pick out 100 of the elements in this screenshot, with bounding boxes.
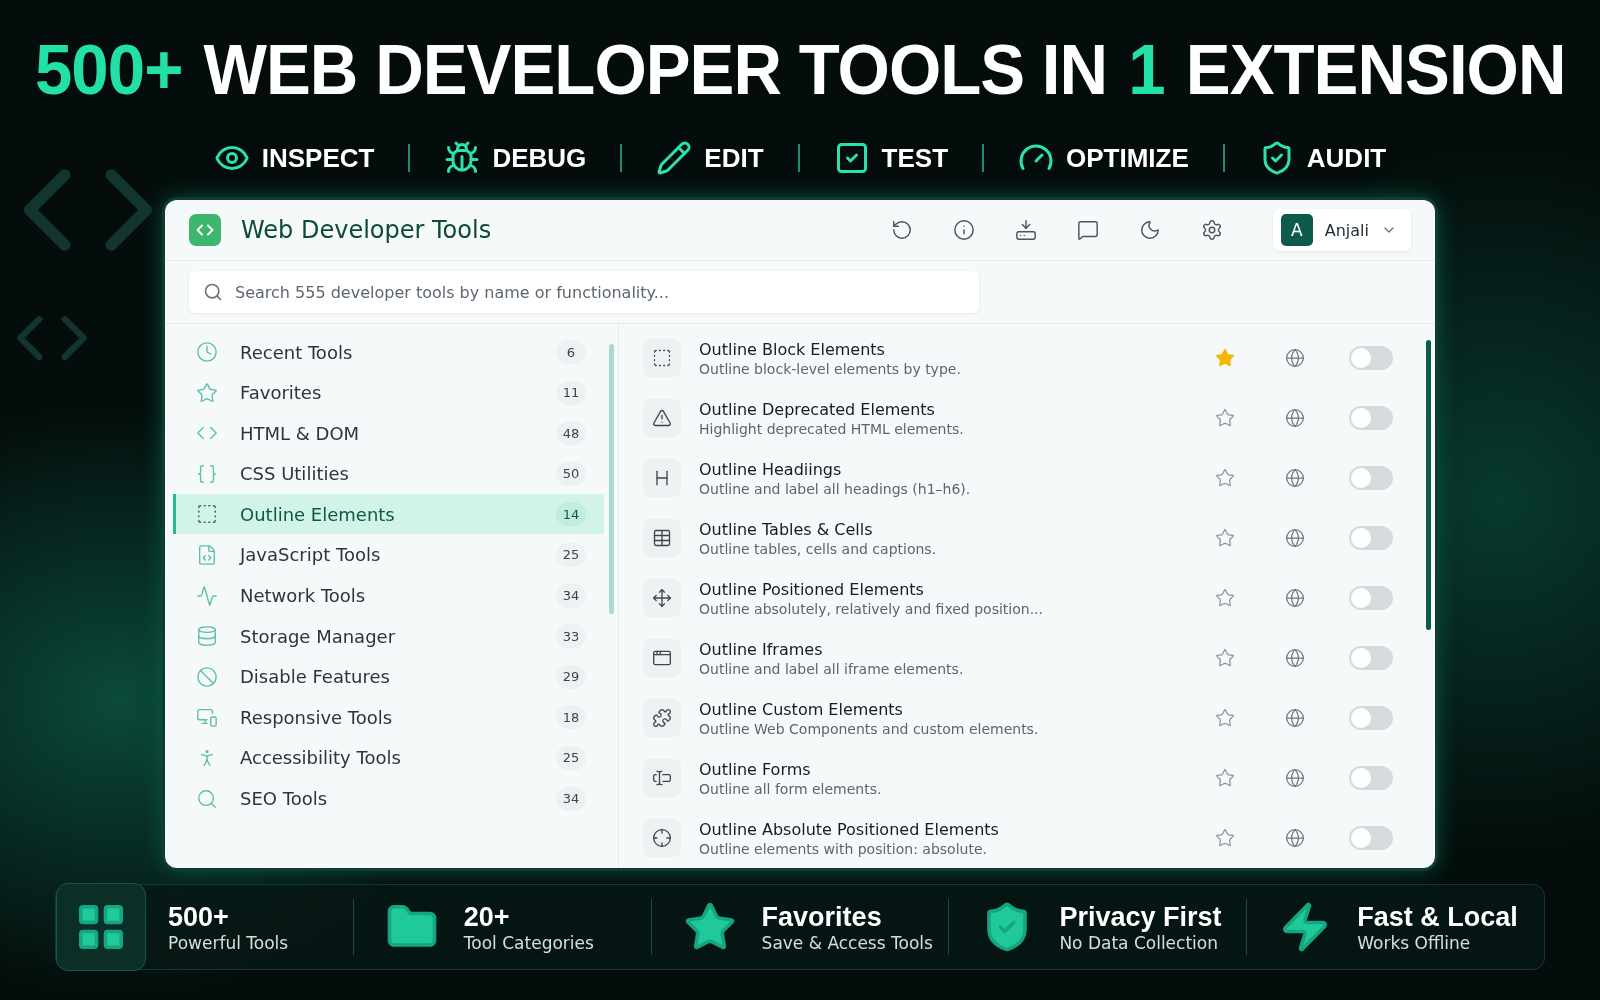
- tool-name: Outline Absolute Positioned Elements: [699, 819, 1000, 839]
- star-icon: [1215, 827, 1235, 849]
- globe-icon: [1285, 648, 1305, 668]
- chat-icon: [1076, 219, 1099, 241]
- star-icon: [1215, 527, 1235, 549]
- refresh-icon: [890, 219, 913, 241]
- category-label: Network Tools: [240, 585, 367, 607]
- app-title: Web Developer Tools: [241, 216, 493, 244]
- highlight-title: Favorites: [761, 901, 883, 933]
- count-badge: 25: [556, 745, 586, 770]
- tool-description: Outline Web Components and custom elements.: [699, 720, 1040, 737]
- tool-name: Outline Custom Elements: [699, 699, 904, 719]
- count-badge: 6: [556, 340, 586, 364]
- toggle-switch[interactable]: [1349, 706, 1393, 730]
- count-badge: 33: [556, 624, 586, 649]
- database-icon: [196, 625, 218, 648]
- search-icon: [203, 282, 223, 302]
- avatar: A: [1280, 214, 1313, 246]
- moon-icon: [1138, 219, 1161, 241]
- tool-description: Outline and label all headings (h1–h6).: [699, 480, 972, 497]
- feature-label: EDIT: [704, 142, 764, 174]
- star-icon: [1215, 767, 1235, 789]
- dashed-square-icon: [643, 339, 681, 377]
- star-icon: [1215, 707, 1235, 729]
- highlight-subtitle: Save & Access Tools: [761, 932, 933, 953]
- heading-icon: [643, 459, 681, 497]
- category-label: Accessibility Tools: [240, 747, 402, 769]
- star-icon: [1215, 407, 1235, 429]
- sidebar-item[interactable]: SEO Tools 34: [173, 778, 604, 819]
- toggle-switch[interactable]: [1349, 526, 1393, 550]
- globe-icon: [1285, 708, 1305, 728]
- star-icon: [1215, 647, 1235, 669]
- tool-description: Outline block-level elements by type.: [699, 360, 962, 377]
- headline-text: EXTENSION: [1185, 30, 1566, 110]
- download-icon: [1014, 219, 1037, 241]
- search-icon: [196, 787, 218, 810]
- count-badge: 25: [556, 542, 586, 567]
- table-icon: [643, 519, 681, 557]
- globe-icon: [1285, 588, 1305, 608]
- highlight-subtitle: No Data Collection: [1059, 932, 1219, 953]
- toggle-switch[interactable]: [1349, 826, 1393, 850]
- highlight-subtitle: Tool Categories: [463, 932, 594, 953]
- highlight-subtitle: Powerful Tools: [168, 932, 289, 953]
- scrollbar-thumb[interactable]: [608, 344, 614, 614]
- highlight-title: 20+: [463, 901, 511, 933]
- category-label: HTML & DOM: [240, 422, 361, 444]
- sidebar-item[interactable]: Favorites 11: [173, 372, 604, 413]
- category-label: SEO Tools: [240, 788, 329, 810]
- bug-icon: [444, 140, 481, 176]
- highlight-title: 500+: [168, 901, 230, 933]
- sidebar-item[interactable]: HTML & DOM 48: [173, 413, 604, 454]
- category-label: JavaScript Tools: [240, 544, 382, 566]
- search-field[interactable]: Search 555 developer tools by name or functionality...: [189, 271, 979, 313]
- toggle-switch[interactable]: [1349, 646, 1393, 670]
- tool-name: Outline Forms: [699, 759, 812, 779]
- user-menu-button[interactable]: A Anjali: [1272, 209, 1411, 251]
- tool-description: Outline and label all iframe elements.: [699, 660, 965, 677]
- highlight-title: Fast & Local: [1357, 901, 1518, 933]
- headline-text: WEB DEVELOPER TOOLS IN: [203, 30, 1107, 110]
- info-icon: [952, 219, 975, 241]
- count-badge: 48: [556, 421, 586, 446]
- sidebar-item[interactable]: Accessibility Tools 25: [173, 737, 604, 778]
- star-icon: [1215, 347, 1235, 369]
- sidebar-item[interactable]: Network Tools 34: [173, 575, 604, 616]
- highlight-title: Privacy First: [1059, 901, 1222, 933]
- sidebar-item[interactable]: Outline Elements 14: [173, 494, 604, 535]
- sidebar-item[interactable]: Responsive Tools 18: [173, 697, 604, 738]
- sidebar-item[interactable]: CSS Utilities 50: [173, 453, 604, 494]
- text-cursor-icon: [643, 759, 681, 797]
- globe-icon: [1285, 348, 1305, 368]
- scrollbar-thumb[interactable]: [1425, 340, 1431, 630]
- count-badge: 18: [556, 705, 586, 730]
- toggle-switch[interactable]: [1349, 766, 1393, 790]
- globe-icon: [1285, 408, 1305, 428]
- pencil-icon: [656, 140, 693, 176]
- sidebar-item[interactable]: JavaScript Tools 25: [173, 534, 604, 575]
- count-badge: 50: [556, 461, 586, 486]
- highlight-subtitle: Works Offline: [1357, 932, 1472, 953]
- devices-icon: [196, 706, 218, 729]
- toggle-switch[interactable]: [1349, 406, 1393, 430]
- category-label: Recent Tools: [240, 341, 354, 363]
- tool-name: Outline Iframes: [699, 639, 824, 659]
- tool-description: Outline absolutely, relatively and fixed position...: [699, 600, 1044, 617]
- sidebar-item[interactable]: Recent Tools 6: [173, 332, 604, 372]
- sidebar-item[interactable]: Storage Manager 33: [173, 616, 604, 657]
- toggle-switch[interactable]: [1349, 466, 1393, 490]
- tool-name: Outline Block Elements: [699, 339, 886, 359]
- sidebar-item[interactable]: Disable Features 29: [173, 656, 604, 697]
- count-badge: 14: [556, 502, 586, 527]
- category-label: Disable Features: [240, 666, 391, 688]
- tool-description: Outline elements with position: absolute.: [699, 840, 988, 857]
- crosshair-icon: [643, 819, 681, 857]
- toggle-switch[interactable]: [1349, 586, 1393, 610]
- dashed-square-icon: [196, 503, 218, 526]
- puzzle-icon: [643, 699, 681, 737]
- category-label: Favorites: [240, 382, 323, 404]
- toggle-switch[interactable]: [1349, 346, 1393, 370]
- feature-label: DEBUG: [492, 142, 587, 174]
- star-icon: [1215, 587, 1235, 609]
- ban-icon: [196, 665, 218, 688]
